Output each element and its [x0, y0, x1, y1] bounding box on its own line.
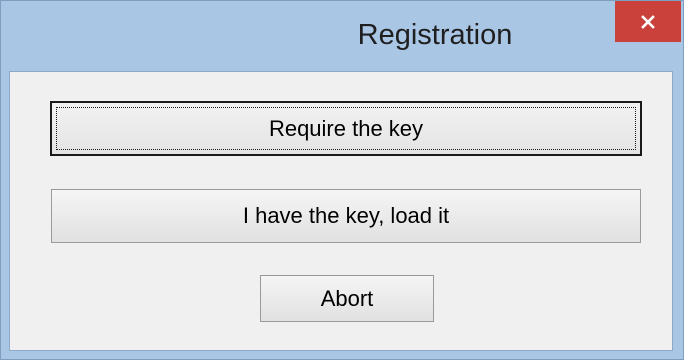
- registration-window: Registration Require the key I have the …: [0, 0, 684, 360]
- title-bar[interactable]: Registration: [1, 1, 683, 71]
- window-title: Registration: [357, 19, 513, 51]
- load-key-label: I have the key, load it: [242, 203, 450, 228]
- load-key-button[interactable]: I have the key, load it: [51, 189, 641, 243]
- dialog-body: Require the key I have the key, load it …: [9, 71, 673, 351]
- abort-label: Abort: [320, 285, 374, 311]
- abort-button[interactable]: Abort: [260, 275, 434, 322]
- require-key-button[interactable]: Require the key: [50, 101, 642, 156]
- require-key-label: Require the key: [268, 115, 424, 141]
- close-icon: [641, 14, 655, 29]
- close-button[interactable]: [615, 1, 681, 42]
